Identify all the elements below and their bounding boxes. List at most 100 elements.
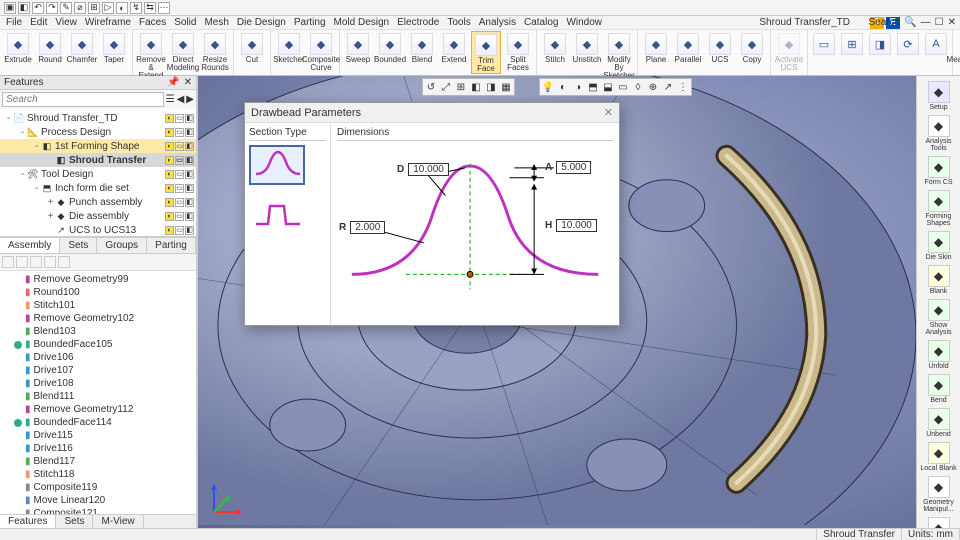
dim-H-value[interactable]: 10.000 (556, 219, 597, 232)
filter-icon[interactable]: ☰ (166, 94, 175, 105)
menu-file[interactable]: File (6, 17, 22, 28)
pin-icon[interactable]: 📌 (167, 77, 179, 88)
prev-icon[interactable]: ◀ (177, 94, 185, 105)
tab-sets[interactable]: Sets (56, 515, 93, 528)
ribbon-round[interactable]: ◆Round (35, 31, 65, 64)
qat-button[interactable]: ◐ (116, 2, 128, 14)
dim-R-value[interactable]: 2.000 (350, 221, 385, 234)
menu-mesh[interactable]: Mesh (204, 17, 228, 28)
tree-node[interactable]: -📄Shroud Transfer_TD◐▭◧ (0, 111, 196, 125)
tool-unbend[interactable]: ◆Unbend (919, 407, 959, 439)
vp-tool[interactable]: ◨ (484, 80, 498, 94)
tree-node[interactable]: -◧1st Forming Shape◐▭◧ (0, 139, 196, 153)
qat-button[interactable]: ↶ (32, 2, 44, 14)
ribbon-extrude[interactable]: ◆Extrude (3, 31, 33, 64)
vp-tool[interactable]: ↺ (424, 80, 438, 94)
menu-mold-design[interactable]: Mold Design (334, 17, 390, 28)
tree-node[interactable]: -⬒Inch form die set◐▭◧ (0, 181, 196, 195)
search-icon[interactable]: 🔍 (904, 17, 916, 28)
qat-button[interactable]: ◧ (18, 2, 30, 14)
tool-setup[interactable]: ◆Setup (919, 80, 959, 112)
hist-tool[interactable] (30, 256, 42, 268)
dialog-close-button[interactable]: ✕ (604, 106, 613, 119)
vp-tool[interactable]: ◧ (469, 80, 483, 94)
mid-tabs[interactable]: AssemblySetsGroupsParting (0, 237, 196, 254)
ribbon-composite-curve[interactable]: ◆Composite Curve (306, 31, 336, 72)
tree-node[interactable]: ↗UCS to UCS13◐▭◧ (0, 223, 196, 237)
ribbon-sweep[interactable]: ◆Sweep (343, 31, 373, 64)
tool-unfold[interactable]: ◆Unfold (919, 339, 959, 371)
qat-button[interactable]: ▣ (4, 2, 16, 14)
vp-tool[interactable]: ▭ (616, 80, 630, 94)
ribbon-measurement[interactable]: ◆Measurement (956, 31, 960, 64)
tab-features[interactable]: Features (0, 515, 56, 528)
ribbon-remove-extend[interactable]: ◆Remove & Extend (136, 31, 166, 80)
vp-tool[interactable]: ↗ (661, 80, 675, 94)
tool-local-blank[interactable]: ◆Local Blank (919, 441, 959, 473)
vp-tool[interactable]: ▦ (499, 80, 513, 94)
history-item[interactable]: ▮Drive116 (0, 442, 196, 455)
ribbon-sketcher[interactable]: ◆Sketcher (274, 31, 304, 64)
history-item[interactable]: ▮BoundedFace114 (0, 416, 196, 429)
menu-electrode[interactable]: Electrode (397, 17, 439, 28)
tool-forming-shapes[interactable]: ◆Forming Shapes (919, 189, 959, 228)
tab-assembly[interactable]: Assembly (0, 238, 60, 253)
tab-sets[interactable]: Sets (60, 238, 97, 253)
ribbon-trim-face[interactable]: ◆Trim Face (471, 31, 501, 74)
menu-solid[interactable]: Solid (174, 17, 196, 28)
hist-tool[interactable] (2, 256, 14, 268)
ribbon-unstitch[interactable]: ◆Unstitch (572, 31, 602, 64)
history-item[interactable]: ▮Move Linear120 (0, 494, 196, 507)
vp-tool[interactable]: ◑ (571, 80, 585, 94)
panel-close-icon[interactable]: ✕ (184, 77, 192, 88)
ribbon-copy[interactable]: ◆Copy (737, 31, 767, 64)
ribbon-small-button[interactable]: A (923, 31, 949, 55)
ribbon-cut[interactable]: ◆Cut (237, 31, 267, 64)
tool-blank[interactable]: ◆Blank (919, 264, 959, 296)
history-item[interactable]: ▮Composite119 (0, 481, 196, 494)
qat-button[interactable]: ⋯ (158, 2, 170, 14)
bottom-tabs[interactable]: FeaturesSetsM-View (0, 514, 196, 528)
ribbon-resize-rounds[interactable]: ◆Resize Rounds (200, 31, 230, 72)
tree-node[interactable]: ◧Shroud Transfer◐▭◧ (0, 153, 196, 167)
dim-A-value[interactable]: 5.000 (556, 161, 591, 174)
ribbon-taper[interactable]: ◆Taper (99, 31, 129, 64)
hist-tool[interactable] (58, 256, 70, 268)
menu-edit[interactable]: Edit (30, 17, 47, 28)
history-item[interactable]: ▮Stitch101 (0, 299, 196, 312)
menu-faces[interactable]: Faces (139, 17, 166, 28)
orientation-triad[interactable] (204, 482, 244, 522)
vp-tool[interactable]: ⊕ (646, 80, 660, 94)
vp-tool[interactable]: ⬒ (586, 80, 600, 94)
tool-springba-[interactable]: ◆springba... (919, 516, 959, 528)
vp-tool[interactable]: ⋮ (676, 80, 690, 94)
minimize-button[interactable]: — (921, 17, 931, 28)
menu-tools[interactable]: Tools (447, 17, 470, 28)
history-item[interactable]: ▮Remove Geometry102 (0, 312, 196, 325)
tree-node[interactable]: -📐Process Design◐▭◧ (0, 125, 196, 139)
ribbon-blend[interactable]: ◆Blend (407, 31, 437, 64)
model-tree[interactable]: -📄Shroud Transfer_TD◐▭◧-📐Process Design◐… (0, 109, 196, 237)
section-type-option-2[interactable] (249, 195, 305, 235)
ribbon-small-button[interactable]: ◨ (867, 31, 893, 55)
ribbon-chamfer[interactable]: ◆Chamfer (67, 31, 97, 64)
vp-tool[interactable]: ⤢ (439, 80, 453, 94)
history-item[interactable]: ▮Drive108 (0, 377, 196, 390)
history-item[interactable]: ▮BoundedFace105 (0, 338, 196, 351)
menu-die-design[interactable]: Die Design (237, 17, 286, 28)
tab-parting[interactable]: Parting (147, 238, 196, 253)
ribbon-small-button[interactable]: ⊞ (839, 31, 865, 55)
dim-D-value[interactable]: 10.000 (408, 163, 449, 176)
history-item[interactable]: ▮Composite121 (0, 507, 196, 514)
history-item[interactable]: ▮Blend111 (0, 390, 196, 403)
features-search-input[interactable] (2, 92, 164, 107)
history-item[interactable]: ▮Remove Geometry99 (0, 273, 196, 286)
qat-button[interactable]: ⊞ (88, 2, 100, 14)
tree-node[interactable]: +◆Punch assembly◐▭◧ (0, 195, 196, 209)
menu-wireframe[interactable]: Wireframe (85, 17, 131, 28)
menu-window[interactable]: Window (566, 17, 602, 28)
qat-button[interactable]: ▷ (102, 2, 114, 14)
history-item[interactable]: ▮Drive107 (0, 364, 196, 377)
history-item[interactable]: ▮Drive115 (0, 429, 196, 442)
section-type-option-1[interactable] (249, 145, 305, 185)
